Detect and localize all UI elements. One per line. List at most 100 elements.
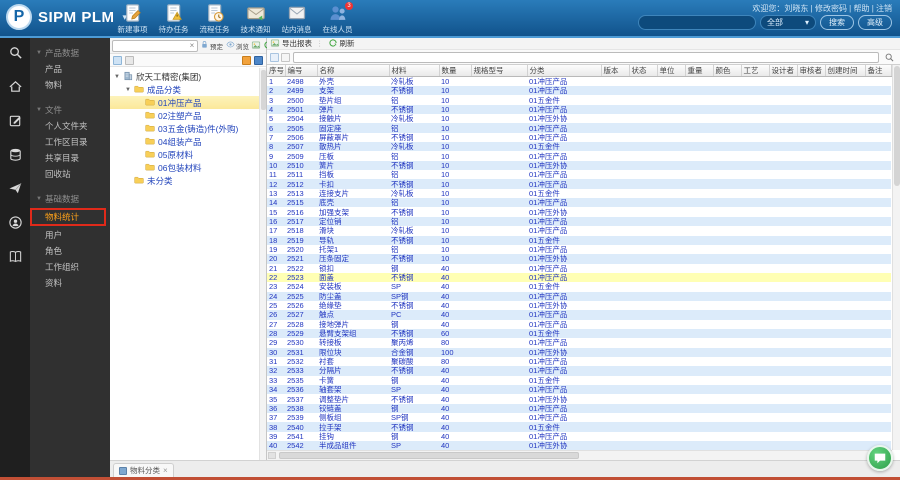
table-row[interactable]: 32 2533 分隔片 不锈钢 40 01冲压产品 xyxy=(267,366,891,376)
table-row[interactable]: 28 2529 悬臂支架组 不锈钢 60 01五金件 xyxy=(267,328,891,339)
sidebar-item[interactable]: 物料 xyxy=(30,77,110,93)
export-report-button[interactable]: 导出报表 xyxy=(270,38,312,50)
rail-search-icon[interactable] xyxy=(0,38,30,72)
sidebar-group-header[interactable]: ▼ 产品数据 xyxy=(30,44,110,61)
locate-node-icon[interactable] xyxy=(242,55,251,65)
table-vertical-scrollbar[interactable] xyxy=(892,65,900,450)
column-header[interactable]: 单位 xyxy=(657,65,686,77)
table-horizontal-scrollbar[interactable] xyxy=(267,450,892,460)
close-icon[interactable]: × xyxy=(163,466,168,475)
rail-home-icon[interactable] xyxy=(0,72,30,106)
tree-node[interactable]: 06包装材料 xyxy=(110,161,259,174)
global-search-input[interactable] xyxy=(638,15,756,30)
clear-filter-icon[interactable]: × xyxy=(187,41,197,50)
tree-tool-eye[interactable]: 浏览 xyxy=(226,40,249,51)
tree-node[interactable]: 03五金(铸造)件(外购) xyxy=(110,122,259,135)
table-row[interactable]: 39 2541 挂钩钢 40 01冲压产品 xyxy=(267,431,891,442)
export-tree-button[interactable] xyxy=(251,40,261,52)
refresh-table-button[interactable]: 刷新 xyxy=(328,38,355,50)
table-row[interactable]: 23 2524 安装板 SP 40 01五金件 xyxy=(267,282,891,292)
header-tool-users[interactable]: 在线人员 3 xyxy=(317,2,358,36)
rail-send-icon[interactable] xyxy=(0,174,30,208)
table-row[interactable]: 5 2504 接触片 冷轧板 10 01冲压外协 xyxy=(267,114,891,124)
tree-node[interactable]: 01冲压产品 xyxy=(110,96,259,109)
filter-icon[interactable] xyxy=(270,52,279,62)
column-header[interactable]: 设计者 xyxy=(769,65,798,77)
column-header[interactable]: 重量 xyxy=(685,65,714,77)
column-header[interactable]: 名称 xyxy=(317,65,390,77)
table-row[interactable]: 35 2537 调整垫片 不锈钢 40 01冲压外协 xyxy=(267,394,891,404)
table-row[interactable]: 11 2511 挡板铝 10 01冲压产品 xyxy=(267,170,891,180)
table-row[interactable]: 25 2526 绝缘垫 不锈钢 40 01冲压外协 xyxy=(267,300,891,311)
column-header[interactable]: 状态 xyxy=(629,65,658,77)
sidebar-item[interactable]: 资料 xyxy=(30,275,110,291)
table-row[interactable]: 6 2505 固定座铝 10 01冲压产品 xyxy=(267,123,891,133)
expand-all-icon[interactable] xyxy=(113,55,122,65)
column-header[interactable]: 数量 xyxy=(439,65,472,77)
sidebar-item[interactable]: 共享目录 xyxy=(30,150,110,166)
search-scope-select[interactable]: 全部 ▾ xyxy=(760,15,816,30)
tree-node[interactable]: 未分类 xyxy=(110,174,259,187)
table-row[interactable]: 16 2517 定位销铝 10 01冲压产品 xyxy=(267,216,891,227)
header-tool-envelope[interactable]: 站内消息 xyxy=(276,2,317,36)
sidebar-group-header[interactable]: ▼ 文件 xyxy=(30,101,110,118)
sidebar-item[interactable]: 物料统计 xyxy=(30,208,106,226)
online-chat-button[interactable] xyxy=(867,445,893,471)
column-header[interactable]: 材料 xyxy=(389,65,440,77)
column-header[interactable]: 备注 xyxy=(865,65,892,77)
column-header[interactable]: 编号 xyxy=(285,65,318,77)
column-header[interactable]: 颜色 xyxy=(713,65,742,77)
column-header[interactable]: 序号 xyxy=(267,65,286,77)
tree-filter-input[interactable] xyxy=(113,42,187,49)
user-bar[interactable]: 欢迎您：刘晓东 | 修改密码 | 帮助 | 注销 xyxy=(752,3,892,14)
column-header[interactable]: 规格型号 xyxy=(471,65,528,77)
bottom-panel-tab[interactable]: 物料分类 × xyxy=(113,463,174,477)
table-row[interactable]: 17 2518 滑块 冷轧板 10 01冲压产品 xyxy=(267,226,891,236)
table-row[interactable]: 3 2500 垫片组铝 10 01五金件 xyxy=(267,95,891,105)
table-row[interactable]: 26 2527 触点 PC 40 01冲压产品 xyxy=(267,310,891,320)
sync-node-icon[interactable] xyxy=(254,55,263,65)
rail-edit-icon[interactable] xyxy=(0,106,30,140)
column-header[interactable]: 工艺 xyxy=(741,65,770,77)
sidebar-group-header[interactable]: ▼ 基础数据 xyxy=(30,190,110,207)
sidebar-item[interactable]: 工作组织 xyxy=(30,259,110,275)
tree-root-node[interactable]: ▼ 欣天工精密(集团) xyxy=(110,70,259,83)
column-header[interactable]: 版本 xyxy=(601,65,630,77)
table-row[interactable]: 1 2498 外壳 冷轧板 10 01冲压产品 xyxy=(267,76,891,86)
table-row[interactable]: 15 2516 加强支架 不锈钢 10 01冲压外协 xyxy=(267,207,891,217)
table-row[interactable]: 24 2525 防尘盖 SP钢 40 01冲压产品 xyxy=(267,291,891,301)
table-row[interactable]: 33 2535 卡簧钢 40 01五金件 xyxy=(267,375,891,385)
sidebar-item[interactable]: 工作区目录 xyxy=(30,134,110,150)
rail-database-icon[interactable] xyxy=(0,140,30,174)
tree-vertical-scrollbar[interactable] xyxy=(259,68,266,460)
table-row[interactable]: 22 2523 面盖 不锈钢 40 01冲压产品 xyxy=(267,272,891,283)
header-tool-doc-warning[interactable]: 待办任务 xyxy=(153,2,194,36)
header-tool-doc-edit[interactable]: 新建事项 xyxy=(112,2,153,36)
table-row[interactable]: 31 2532 衬套 聚碳酸 80 01冲压产品 xyxy=(267,356,891,367)
rail-book-icon[interactable] xyxy=(0,242,30,276)
table-row[interactable]: 2 2499 支架 不锈钢 10 01冲压产品 xyxy=(267,86,891,96)
search-button[interactable]: 搜索 xyxy=(820,15,854,30)
table-row[interactable]: 13 2513 连接支片 冷轧板 10 01五金件 xyxy=(267,188,891,199)
table-row[interactable]: 7 2506 屏蔽罩片 不锈钢 10 01冲压产品 xyxy=(267,132,891,143)
table-row[interactable]: 14 2515 底壳铝 10 01冲压产品 xyxy=(267,198,891,208)
table-row[interactable]: 18 2519 导轨 不锈钢 10 01五金件 xyxy=(267,235,891,245)
table-row[interactable]: 29 2530 转接板 聚丙烯 80 01冲压产品 xyxy=(267,338,891,348)
magnifier-icon[interactable] xyxy=(882,51,896,63)
table-row[interactable]: 21 2522 锁扣钢 40 01冲压产品 xyxy=(267,263,891,273)
sidebar-item[interactable]: 个人文件夹 xyxy=(30,118,110,134)
tree-tool-lock[interactable]: 预定 xyxy=(200,40,223,51)
table-row[interactable]: 8 2507 散热片 冷轧板 10 01五金件 xyxy=(267,142,891,152)
table-row[interactable]: 9 2509 压板铝 10 01冲压产品 xyxy=(267,151,891,161)
rail-support-icon[interactable] xyxy=(0,208,30,242)
brand-menu[interactable]: P SIPM PLM ▾ xyxy=(6,4,127,30)
table-row[interactable]: 40 2542 半成品组件 SP 40 01冲压外协 xyxy=(267,441,891,450)
table-row[interactable]: 19 2520 托架1 铝 10 01冲压产品 xyxy=(267,244,891,255)
table-row[interactable]: 20 2521 压条固定 不锈钢 10 01冲压外协 xyxy=(267,254,891,264)
header-tool-doc-clock[interactable]: 流程任务 xyxy=(194,2,235,36)
advanced-search-button[interactable]: 高级 xyxy=(858,15,892,30)
table-row[interactable]: 4 2501 弹片 不锈钢 10 01冲压产品 xyxy=(267,104,891,115)
table-row[interactable]: 36 2538 铰链盖钢 40 01冲压产品 xyxy=(267,403,891,414)
header-tool-mail[interactable]: 技术通知 xyxy=(235,2,276,36)
table-row[interactable]: 38 2540 拉手架 不锈钢 40 01五金件 xyxy=(267,422,891,432)
